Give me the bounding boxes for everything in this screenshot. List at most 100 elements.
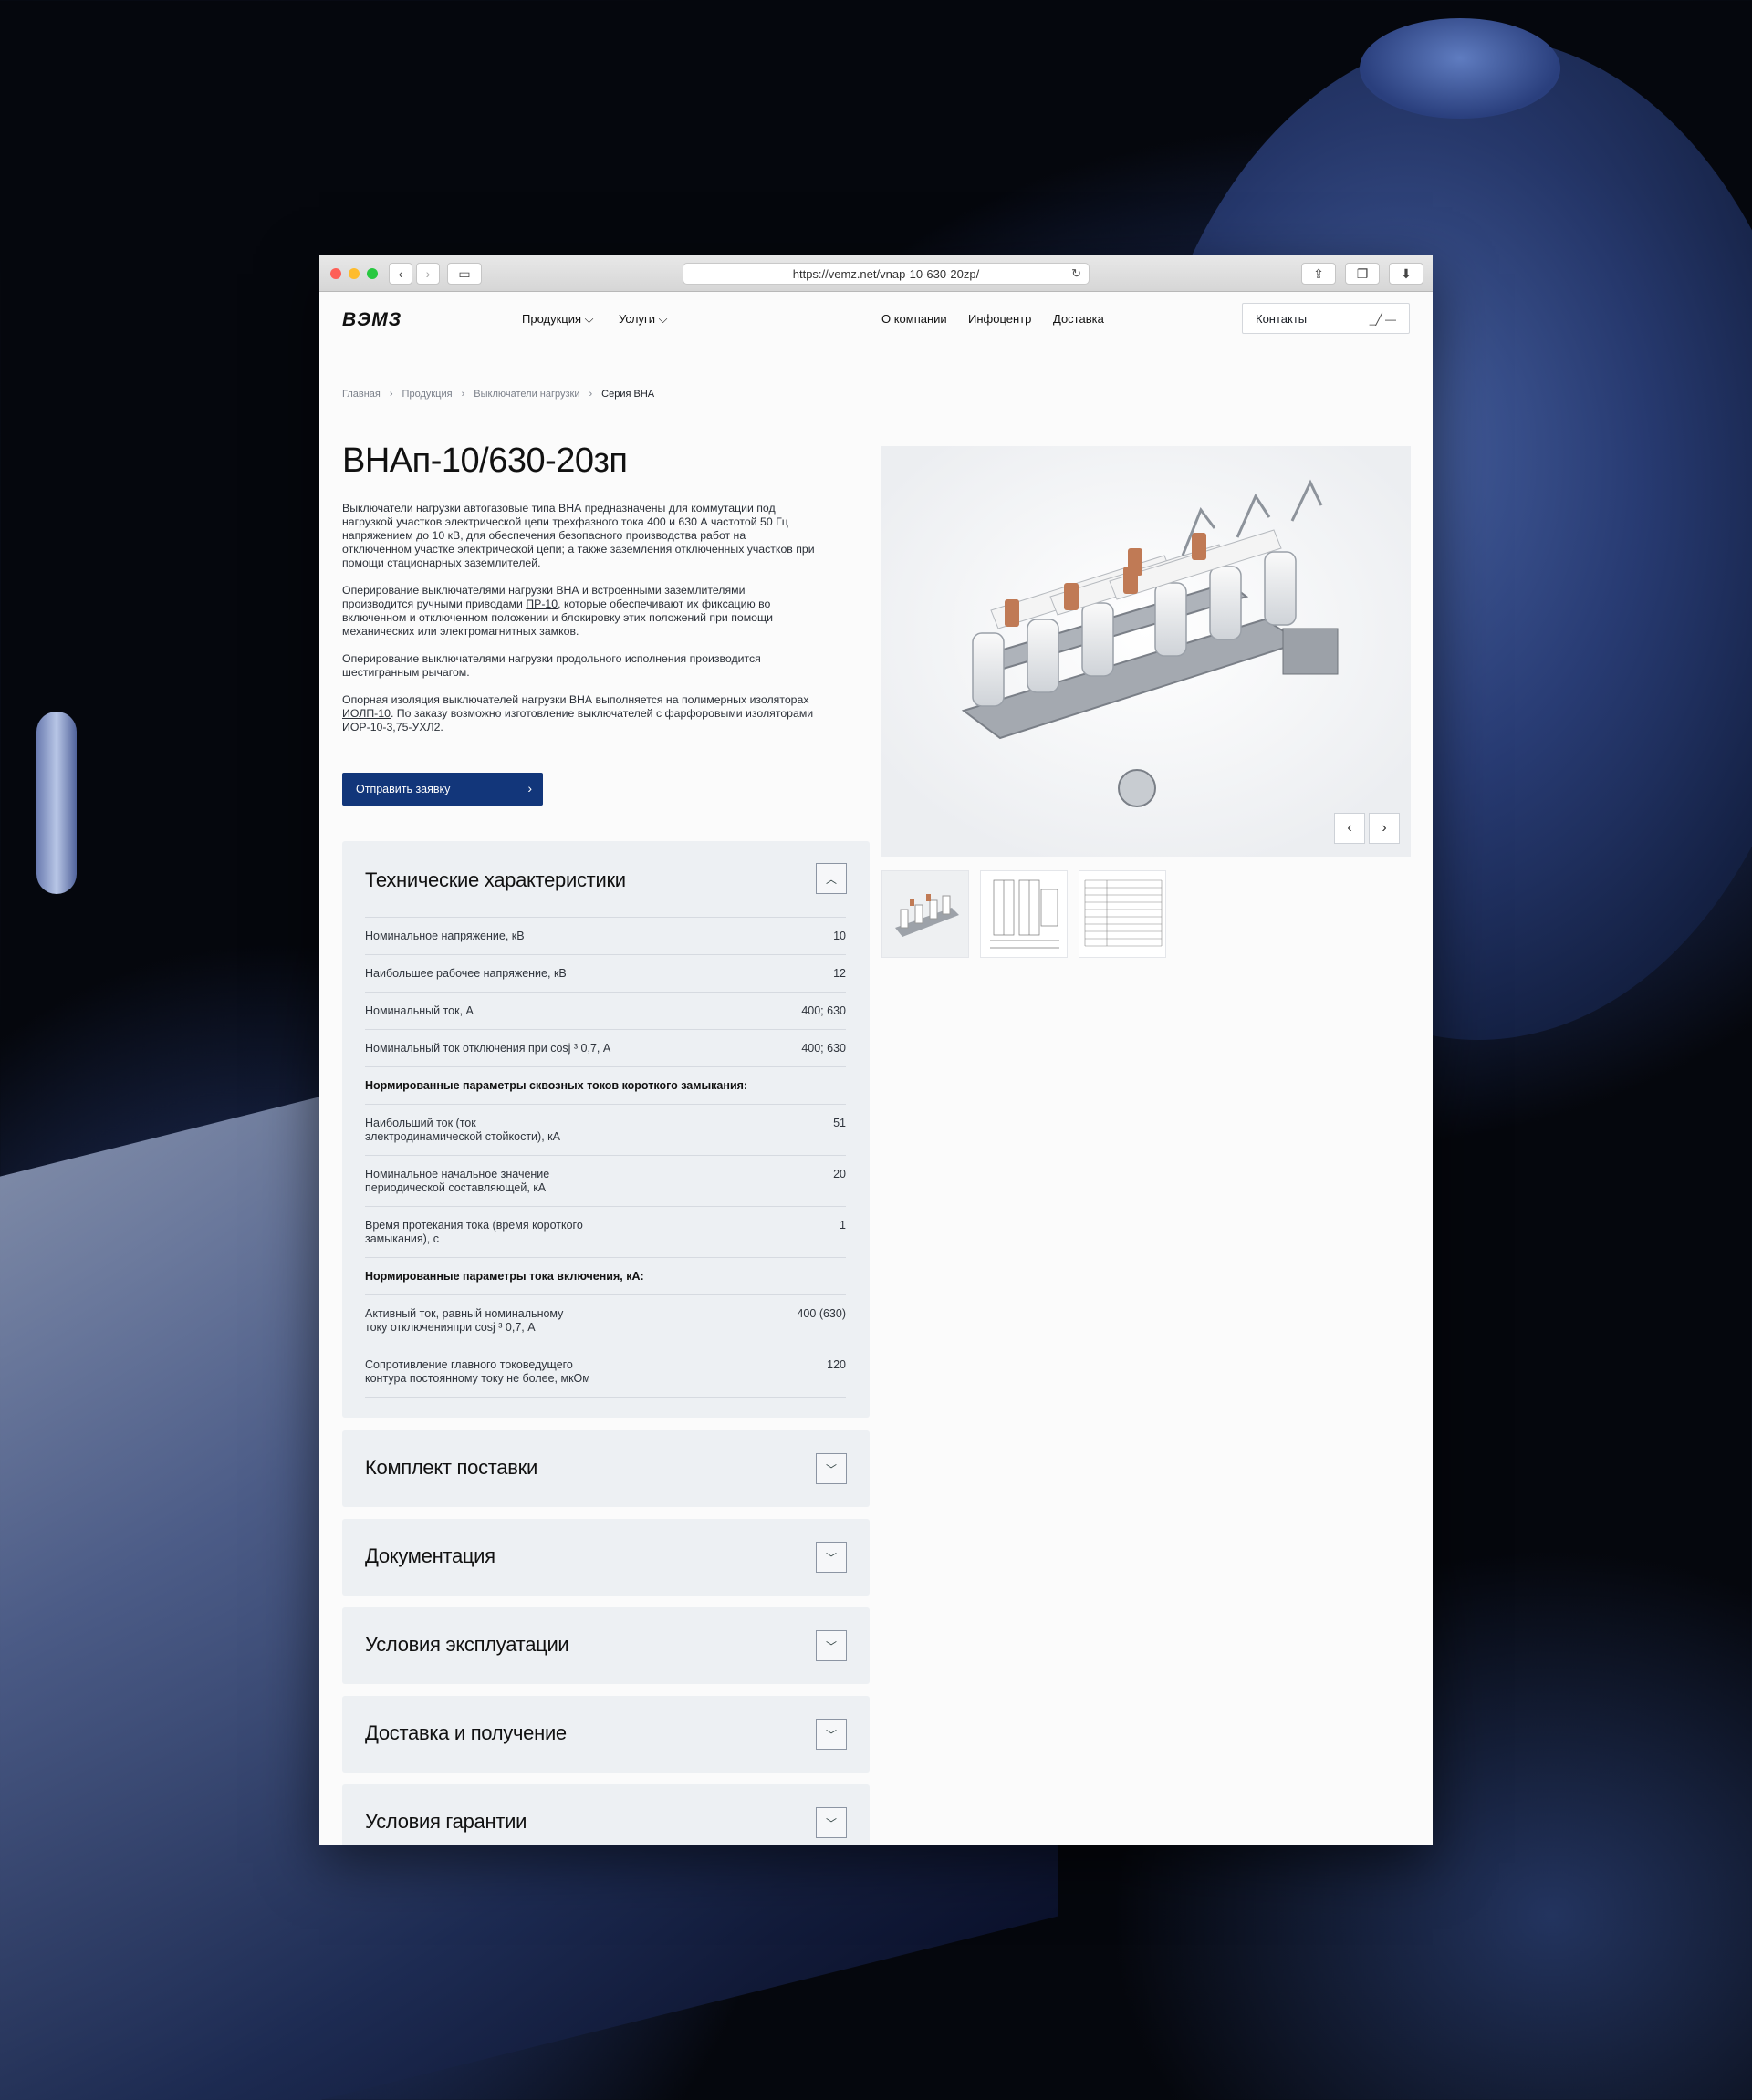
accordion-title: Условия гарантии xyxy=(365,1810,527,1833)
spec-row: Сопротивление главного токоведущего конт… xyxy=(365,1346,846,1397)
breadcrumb-products[interactable]: Продукция xyxy=(402,389,453,400)
product-image xyxy=(881,446,1411,857)
breadcrumb-load-switches[interactable]: Выключатели нагрузки xyxy=(474,389,579,400)
spec-value: 120 xyxy=(827,1358,846,1371)
gallery-prev-button[interactable]: ‹ xyxy=(1334,813,1365,844)
description-paragraph: Оперирование выключателями нагрузки прод… xyxy=(342,652,761,679)
send-request-label: Отправить заявку xyxy=(356,783,451,795)
close-window-button[interactable] xyxy=(330,268,341,279)
browser-window: ‹ › ▭ https://vemz.net/vnap-10-630-20zp/… xyxy=(319,255,1433,1845)
chevron-right-icon: › xyxy=(389,389,393,400)
breadcrumb-current: Серия ВНА xyxy=(601,389,655,400)
chevron-down-icon[interactable]: ﹀ xyxy=(816,1453,847,1484)
accordion-title: Доставка и получение xyxy=(365,1721,567,1744)
site-header: ВЭМЗ Продукция ⌵ Услуги ⌵ О компании Инф… xyxy=(319,292,1433,347)
spec-value: 400 (630) xyxy=(797,1307,846,1320)
chevron-down-icon[interactable]: ﹀ xyxy=(816,1807,847,1838)
share-icon[interactable]: ⇪ xyxy=(1301,263,1336,285)
sidebar-icon[interactable]: ▭ xyxy=(447,263,482,285)
send-request-button[interactable]: Отправить заявку › xyxy=(342,773,543,806)
accordion-warranty[interactable]: Условия гарантии ﹀ xyxy=(342,1784,870,1845)
spec-divider xyxy=(365,1397,846,1398)
product-page: ВЭМЗ Продукция ⌵ Услуги ⌵ О компании Инф… xyxy=(319,292,1433,1845)
nav-about[interactable]: О компании xyxy=(881,312,947,326)
spec-row: Номинальное напряжение, кВ 10 xyxy=(365,917,846,954)
spec-label: Нормированные параметры сквозных токов к… xyxy=(365,1079,748,1092)
thumbnail-image xyxy=(981,871,1067,957)
thumbnail-image xyxy=(882,871,968,957)
nav-services[interactable]: Услуги ⌵ xyxy=(619,312,667,327)
accordion-operating-conditions[interactable]: Условия эксплуатации ﹀ xyxy=(342,1607,870,1684)
product-description: Выключатели нагрузки автогазовые типа ВН… xyxy=(342,502,817,748)
background-equipment-cap xyxy=(1360,18,1560,119)
spec-row: Время протекания тока (время короткого з… xyxy=(365,1206,846,1257)
background-equipment-rod xyxy=(36,712,77,894)
thumbnail-image xyxy=(1079,871,1165,957)
spec-row: Наибольшее рабочее напряжение, кВ 12 xyxy=(365,954,846,992)
contacts-button[interactable]: Контакты _╱ — xyxy=(1242,303,1410,334)
link-pr10[interactable]: ПР-10 xyxy=(526,598,558,610)
gallery-thumbnail-photo[interactable] xyxy=(881,870,969,958)
spec-row: Активный ток, равный номинальному току о… xyxy=(365,1294,846,1346)
spec-value: 51 xyxy=(833,1117,846,1129)
spec-row: Номинальный ток, А 400; 630 xyxy=(365,992,846,1029)
spec-group-heading: Нормированные параметры тока включения, … xyxy=(365,1257,846,1294)
spec-row: Наибольший ток (ток электродинамической … xyxy=(365,1104,846,1155)
breadcrumb: Главная › Продукция › Выключатели нагруз… xyxy=(342,389,654,400)
accordion-documentation[interactable]: Документация ﹀ xyxy=(342,1519,870,1596)
spec-label: Нормированные параметры тока включения, … xyxy=(365,1270,644,1283)
browser-toolbar: ‹ › ▭ https://vemz.net/vnap-10-630-20zp/… xyxy=(319,255,1433,292)
spec-value: 12 xyxy=(833,967,846,980)
back-icon[interactable]: ‹ xyxy=(389,263,412,285)
spec-label: Сопротивление главного токоведущего конт… xyxy=(365,1358,590,1385)
site-logo[interactable]: ВЭМЗ xyxy=(342,309,402,331)
spec-row: Номинальный ток отключения при cosj ³ 0,… xyxy=(365,1029,846,1066)
download-icon[interactable]: ⬇ xyxy=(1389,263,1424,285)
tabs-icon[interactable]: ❐ xyxy=(1345,263,1380,285)
chevron-down-icon[interactable]: ﹀ xyxy=(816,1719,847,1750)
nav-infocenter[interactable]: Инфоцентр xyxy=(968,312,1031,326)
description-paragraph: Выключатели нагрузки автогазовые типа ВН… xyxy=(342,502,815,569)
spec-label: Наибольшее рабочее напряжение, кВ xyxy=(365,967,567,980)
gallery-thumbnail-drawing[interactable] xyxy=(980,870,1068,958)
spec-label: Номинальный ток отключения при cosj ³ 0,… xyxy=(365,1042,611,1055)
gallery-next-button[interactable]: › xyxy=(1369,813,1400,844)
url-text: https://vemz.net/vnap-10-630-20zp/ xyxy=(792,266,980,281)
link-iolp10[interactable]: ИОЛП-10 xyxy=(342,707,391,720)
accordion-shipping[interactable]: Доставка и получение ﹀ xyxy=(342,1696,870,1773)
forward-icon[interactable]: › xyxy=(416,263,440,285)
address-bar[interactable]: https://vemz.net/vnap-10-630-20zp/ ↻ xyxy=(683,263,1090,285)
accordion-title: Документация xyxy=(365,1544,495,1567)
product-image-gallery: ‹ › xyxy=(881,446,1411,857)
nav-delivery[interactable]: Доставка xyxy=(1053,312,1104,326)
spec-label: Номинальное напряжение, кВ xyxy=(365,930,525,942)
nav-products[interactable]: Продукция ⌵ xyxy=(522,312,594,327)
spec-label: Время протекания тока (время короткого з… xyxy=(365,1219,583,1245)
accordion-title: Условия эксплуатации xyxy=(365,1633,569,1656)
minimize-window-button[interactable] xyxy=(349,268,360,279)
chevron-down-icon[interactable]: ﹀ xyxy=(816,1542,847,1573)
description-paragraph: Оперирование выключателями нагрузки ВНА … xyxy=(342,584,817,639)
chevron-down-icon[interactable]: ﹀ xyxy=(816,1630,847,1661)
breadcrumb-home[interactable]: Главная xyxy=(342,389,381,400)
spec-label: Номинальное начальное значение периодиче… xyxy=(365,1168,550,1194)
specs-table: Номинальное напряжение, кВ 10 Наибольшее р… xyxy=(365,917,846,1398)
chevron-right-icon: › xyxy=(527,781,532,795)
page-title: ВНАп-10/630-20зп xyxy=(342,442,628,480)
switch-icon: _╱ — xyxy=(1369,313,1396,326)
chevron-up-icon[interactable]: ︿ xyxy=(816,863,847,894)
spec-row: Номинальное начальное значение периодиче… xyxy=(365,1155,846,1206)
specs-title[interactable]: Технические характеристики xyxy=(365,868,626,892)
reload-icon[interactable]: ↻ xyxy=(1071,266,1081,281)
zoom-window-button[interactable] xyxy=(367,268,378,279)
spec-group-heading: Нормированные параметры сквозных токов к… xyxy=(365,1066,846,1104)
text: . По заказу возможно изготовление выключ… xyxy=(342,707,814,733)
spec-label: Наибольший ток (ток электродинамической … xyxy=(365,1117,560,1143)
spec-label: Номинальный ток, А xyxy=(365,1004,474,1017)
description-paragraph: Опорная изоляция выключателей нагрузки В… xyxy=(342,693,817,734)
chevron-right-icon: › xyxy=(461,389,465,400)
accordion-specs: Технические характеристики ︿ Номинальное… xyxy=(342,841,870,1418)
gallery-thumbnail-table[interactable] xyxy=(1079,870,1166,958)
spec-value: 400; 630 xyxy=(801,1004,846,1017)
accordion-delivery-set[interactable]: Комплект поставки ﹀ xyxy=(342,1430,870,1507)
